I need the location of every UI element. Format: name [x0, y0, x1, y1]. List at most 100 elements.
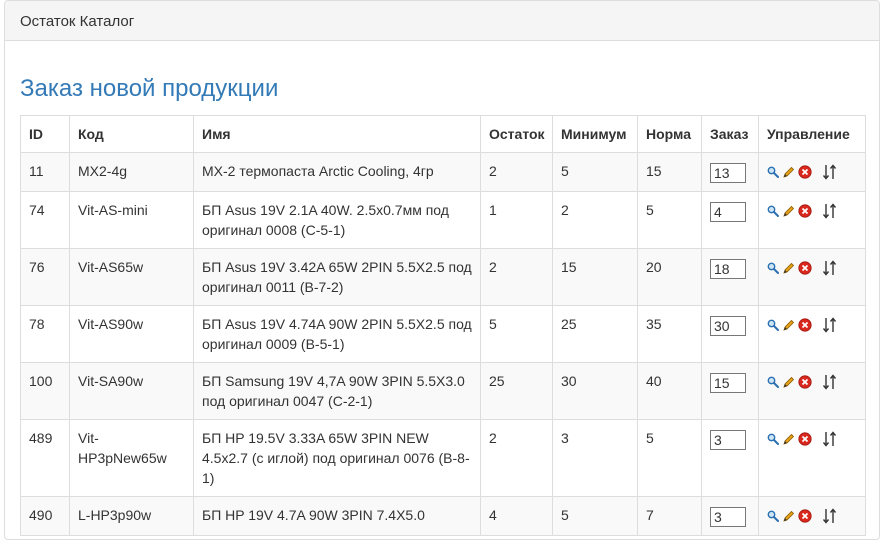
- column-header-norm[interactable]: Норма: [637, 115, 702, 153]
- delete-icon[interactable]: [798, 318, 812, 332]
- sort-arrows-icon[interactable]: [821, 373, 839, 391]
- order-quantity-input[interactable]: [710, 316, 746, 336]
- column-header-order[interactable]: Заказ: [701, 115, 759, 153]
- cell-id: 78: [20, 305, 70, 363]
- section-title: Заказ новой продукции: [20, 75, 279, 102]
- cell-code: L-HP3p90w: [69, 496, 194, 536]
- row-actions: [767, 373, 857, 391]
- cell-stock: 25: [480, 362, 553, 420]
- delete-icon[interactable]: [798, 165, 812, 179]
- sort-arrows-icon[interactable]: [821, 507, 839, 525]
- magnifier-icon[interactable]: [767, 510, 779, 522]
- cell-id: 100: [20, 362, 70, 420]
- delete-icon[interactable]: [798, 509, 812, 523]
- cell-id: 489: [20, 419, 70, 497]
- order-quantity-input[interactable]: [710, 163, 746, 183]
- pencil-icon[interactable]: [782, 319, 795, 332]
- cell-min: 5: [552, 152, 638, 192]
- cell-id: 76: [20, 248, 70, 306]
- cell-code: Vit-SA90w: [69, 362, 194, 420]
- magnifier-icon[interactable]: [767, 262, 779, 274]
- cell-order: [701, 305, 759, 363]
- cell-actions: [758, 305, 866, 363]
- cell-min: 2: [552, 191, 638, 249]
- order-quantity-input[interactable]: [710, 259, 746, 279]
- cell-order: [701, 362, 759, 420]
- cell-stock: 2: [480, 152, 553, 192]
- cell-name: БП HP 19V 4.7A 90W 3PIN 7.4X5.0: [193, 496, 481, 536]
- cell-stock: 1: [480, 191, 553, 249]
- cell-order: [701, 496, 759, 536]
- panel-body: Заказ новой продукции ID Код Имя Остаток…: [5, 41, 879, 536]
- cell-min: 25: [552, 305, 638, 363]
- cell-norm: 20: [637, 248, 702, 306]
- table-row: 490 L-HP3p90w БП HP 19V 4.7A 90W 3PIN 7.…: [20, 496, 866, 536]
- cell-code: Vit-AS90w: [69, 305, 194, 363]
- cell-actions: [758, 191, 866, 249]
- delete-icon[interactable]: [798, 261, 812, 275]
- table-row: 74 Vit-AS-mini БП Asus 19V 2.1A 40W. 2.5…: [20, 191, 866, 249]
- order-quantity-input[interactable]: [710, 373, 746, 393]
- column-header-min[interactable]: Минимум: [552, 115, 638, 153]
- sort-arrows-icon[interactable]: [821, 430, 839, 448]
- cell-min: 15: [552, 248, 638, 306]
- cell-actions: [758, 362, 866, 420]
- cell-norm: 7: [637, 496, 702, 536]
- cell-actions: [758, 419, 866, 497]
- cell-stock: 4: [480, 496, 553, 536]
- cell-min: 30: [552, 362, 638, 420]
- cell-id: 74: [20, 191, 70, 249]
- cell-actions: [758, 248, 866, 306]
- pencil-icon[interactable]: [782, 510, 795, 523]
- pencil-icon[interactable]: [782, 376, 795, 389]
- cell-code: Vit-AS65w: [69, 248, 194, 306]
- pencil-icon[interactable]: [782, 262, 795, 275]
- sort-arrows-icon[interactable]: [821, 316, 839, 334]
- magnifier-icon[interactable]: [767, 319, 779, 331]
- cell-actions: [758, 152, 866, 192]
- delete-icon[interactable]: [798, 204, 812, 218]
- row-actions: [767, 259, 857, 277]
- order-quantity-input[interactable]: [710, 202, 746, 222]
- cell-name: БП HP 19.5V 3.33A 65W 3PIN NEW 4.5x2.7 (…: [193, 419, 481, 497]
- pencil-icon[interactable]: [782, 433, 795, 446]
- cell-name: БП Samsung 19V 4,7A 90W 3PIN 5.5X3.0 под…: [193, 362, 481, 420]
- row-actions: [767, 430, 857, 448]
- table-row: 11 MX2-4g MX-2 термопаста Arctic Cooling…: [20, 152, 866, 192]
- row-actions: [767, 202, 857, 220]
- sort-arrows-icon[interactable]: [821, 163, 839, 181]
- cell-norm: 15: [637, 152, 702, 192]
- cell-code: Vit-HP3pNew65w: [69, 419, 194, 497]
- sort-arrows-icon[interactable]: [821, 259, 839, 277]
- cell-order: [701, 191, 759, 249]
- delete-icon[interactable]: [798, 375, 812, 389]
- cell-name: БП Asus 19V 3.42A 65W 2PIN 5.5X2.5 под о…: [193, 248, 481, 306]
- table-header-row: ID Код Имя Остаток Минимум Норма Заказ У…: [20, 115, 866, 153]
- cell-order: [701, 248, 759, 306]
- magnifier-icon[interactable]: [767, 166, 779, 178]
- cell-actions: [758, 496, 866, 536]
- column-header-id[interactable]: ID: [20, 115, 70, 153]
- magnifier-icon[interactable]: [767, 376, 779, 388]
- order-quantity-input[interactable]: [710, 507, 746, 527]
- catalog-panel: Остаток Каталог Заказ новой продукции ID…: [4, 0, 880, 540]
- pencil-icon[interactable]: [782, 166, 795, 179]
- column-header-manage: Управление: [758, 115, 866, 153]
- row-actions: [767, 507, 857, 525]
- sort-arrows-icon[interactable]: [821, 202, 839, 220]
- cell-stock: 5: [480, 305, 553, 363]
- order-table: ID Код Имя Остаток Минимум Норма Заказ У…: [20, 115, 866, 536]
- order-quantity-input[interactable]: [710, 430, 746, 450]
- cell-min: 5: [552, 496, 638, 536]
- column-header-stock[interactable]: Остаток: [480, 115, 553, 153]
- row-actions: [767, 316, 857, 334]
- magnifier-icon[interactable]: [767, 205, 779, 217]
- cell-norm: 5: [637, 191, 702, 249]
- cell-order: [701, 152, 759, 192]
- column-header-name[interactable]: Имя: [193, 115, 481, 153]
- magnifier-icon[interactable]: [767, 433, 779, 445]
- cell-code: MX2-4g: [69, 152, 194, 192]
- delete-icon[interactable]: [798, 432, 812, 446]
- pencil-icon[interactable]: [782, 205, 795, 218]
- column-header-code[interactable]: Код: [69, 115, 194, 153]
